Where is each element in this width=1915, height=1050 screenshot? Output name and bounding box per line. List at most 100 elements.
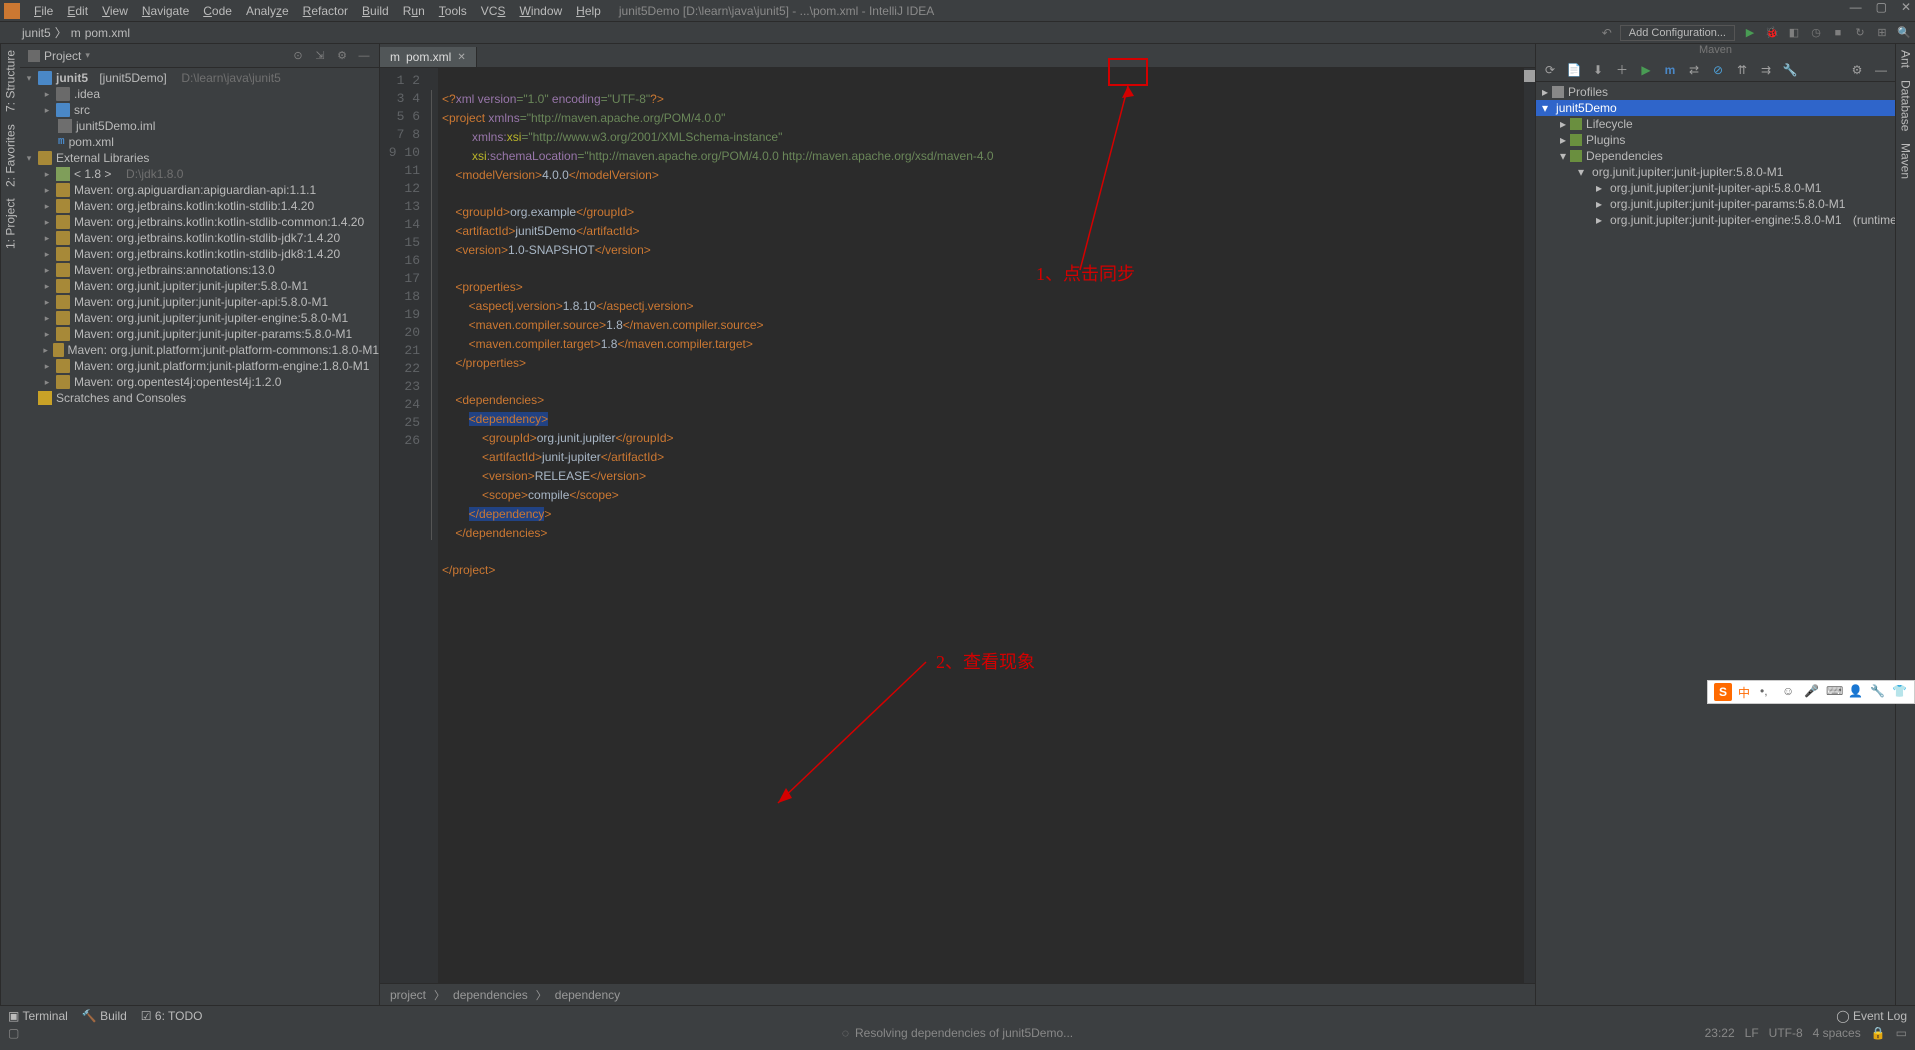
minimize-icon[interactable]: — <box>1850 0 1862 14</box>
tool-project-tab[interactable]: 1: Project <box>4 199 18 250</box>
menu-build[interactable]: Build <box>356 2 395 20</box>
tree-ext-libs[interactable]: External Libraries <box>56 151 149 165</box>
tool-terminal-tab[interactable]: ▣ Terminal <box>8 1009 68 1023</box>
select-opened-file-icon[interactable]: ⊙ <box>291 49 305 63</box>
run-icon[interactable]: ▶ <box>1743 26 1757 40</box>
maximize-icon[interactable]: ▢ <box>1876 0 1887 14</box>
maven-wrench-icon[interactable]: 🔧 <box>1782 62 1798 78</box>
menu-refactor[interactable]: Refactor <box>297 2 354 20</box>
menu-navigate[interactable]: Navigate <box>136 2 195 20</box>
maven-tree[interactable]: ▸Profiles ▾junit5Demo ▸Lifecycle ▸Plugin… <box>1536 82 1895 1005</box>
profile-icon[interactable]: ◷ <box>1809 26 1823 40</box>
ime-tool-icon[interactable]: 🔧 <box>1870 684 1886 700</box>
ime-skin-icon[interactable]: 👕 <box>1892 684 1908 700</box>
maven-hide-icon[interactable]: — <box>1873 62 1889 78</box>
project-tree[interactable]: ▾junit5 [junit5Demo] D:\learn\java\junit… <box>20 68 379 1005</box>
tool-favorites-tab[interactable]: 2: Favorites <box>4 124 18 187</box>
maven-run-icon[interactable]: ▶ <box>1638 62 1654 78</box>
project-root[interactable]: junit5 <box>56 71 88 85</box>
maven-download-icon[interactable]: ⬇ <box>1590 62 1606 78</box>
tree-iml[interactable]: junit5Demo.iml <box>76 119 155 133</box>
crumb-dep[interactable]: dependency <box>555 988 620 1002</box>
maven-project-row[interactable]: ▾junit5Demo <box>1536 100 1895 116</box>
tree-lib[interactable]: Maven: org.junit.platform:junit-platform… <box>74 359 369 373</box>
menu-window[interactable]: Window <box>513 2 568 20</box>
error-stripe[interactable] <box>1523 68 1535 983</box>
tree-lib[interactable]: Maven: org.jetbrains:annotations:13.0 <box>74 263 275 277</box>
tree-jdk[interactable]: < 1.8 > <box>74 167 111 181</box>
maven-dep[interactable]: org.junit.jupiter:junit-jupiter-engine:5… <box>1610 213 1841 227</box>
maven-deps[interactable]: Dependencies <box>1586 149 1663 163</box>
tree-lib[interactable]: Maven: org.junit.jupiter:junit-jupiter:5… <box>74 279 308 293</box>
ime-lang-icon[interactable]: 中 <box>1738 684 1754 700</box>
maven-gear-icon[interactable]: ⚙ <box>1849 62 1865 78</box>
tree-lib[interactable]: Maven: org.jetbrains.kotlin:kotlin-stdli… <box>74 199 314 213</box>
status-pos[interactable]: 23:22 <box>1705 1026 1735 1040</box>
tool-ant-tab[interactable]: Ant <box>1899 50 1913 68</box>
tool-todo-tab[interactable]: ☑ 6: TODO <box>141 1009 203 1023</box>
tree-pom[interactable]: pom.xml <box>69 135 114 149</box>
update-icon[interactable]: ↻ <box>1853 26 1867 40</box>
tab-close-icon[interactable]: ✕ <box>457 52 465 63</box>
ime-voice-icon[interactable]: 🎤 <box>1804 684 1820 700</box>
status-lock-icon[interactable]: 🔒 <box>1871 1026 1886 1040</box>
tree-lib[interactable]: Maven: org.junit.jupiter:junit-jupiter-a… <box>74 295 328 309</box>
ime-user-icon[interactable]: 👤 <box>1848 684 1864 700</box>
eye-icon[interactable] <box>1524 70 1535 82</box>
maven-profiles[interactable]: Profiles <box>1568 85 1608 99</box>
hide-panel-icon[interactable]: — <box>357 49 371 63</box>
project-structure-icon[interactable]: ⊞ <box>1875 26 1889 40</box>
maven-skip-tests-icon[interactable]: ⊘ <box>1710 62 1726 78</box>
status-quickaccess-icon[interactable]: ▢ <box>8 1026 19 1040</box>
maven-show-deps-icon[interactable]: ⇉ <box>1758 62 1774 78</box>
menu-view[interactable]: View <box>96 2 134 20</box>
menu-run[interactable]: Run <box>397 2 431 20</box>
expand-all-icon[interactable]: ⇲ <box>313 49 327 63</box>
status-enc[interactable]: UTF-8 <box>1769 1026 1803 1040</box>
menu-code[interactable]: Code <box>197 2 238 20</box>
ime-emoji-icon[interactable]: ☺ <box>1782 684 1798 700</box>
stop-icon[interactable]: ■ <box>1831 26 1845 40</box>
maven-dep[interactable]: org.junit.jupiter:junit-jupiter-params:5… <box>1610 197 1845 211</box>
tool-structure-tab[interactable]: 7: Structure <box>4 50 18 112</box>
breadcrumb[interactable]: junit5 〉 m pom.xml <box>6 24 130 41</box>
menu-edit[interactable]: Edit <box>61 2 94 20</box>
maven-toggle-icon[interactable]: ⇄ <box>1686 62 1702 78</box>
maven-lifecycle[interactable]: Lifecycle <box>1586 117 1633 131</box>
tree-lib[interactable]: Maven: org.apiguardian:apiguardian-api:1… <box>74 183 316 197</box>
tree-scratches[interactable]: Scratches and Consoles <box>56 391 186 405</box>
ime-punct-icon[interactable]: •, <box>1760 684 1776 700</box>
ime-toolbar[interactable]: S 中 •, ☺ 🎤 ⌨ 👤 🔧 👕 <box>1707 680 1915 704</box>
maven-plugins[interactable]: Plugins <box>1586 133 1625 147</box>
ime-logo-icon[interactable]: S <box>1714 683 1732 701</box>
tool-build-tab[interactable]: 🔨 Build <box>82 1009 127 1023</box>
menu-tools[interactable]: Tools <box>433 2 473 20</box>
tool-eventlog-tab[interactable]: ◯ Event Log <box>1836 1009 1907 1023</box>
tool-maven-tab[interactable]: Maven <box>1899 143 1913 179</box>
editor-tab-pom[interactable]: m pom.xml ✕ <box>380 47 477 67</box>
maven-m-icon[interactable]: m <box>1662 62 1678 78</box>
project-dropdown-icon[interactable]: ▾ <box>85 50 90 61</box>
maven-dep[interactable]: org.junit.jupiter:junit-jupiter:5.8.0-M1 <box>1592 165 1783 179</box>
tree-src[interactable]: src <box>74 103 90 117</box>
status-heap-icon[interactable]: ▭ <box>1896 1026 1907 1040</box>
menu-analyze[interactable]: Analyze <box>240 2 295 20</box>
tree-lib[interactable]: Maven: org.junit.jupiter:junit-jupiter-e… <box>74 311 348 325</box>
maven-collapse-icon[interactable]: ⇈ <box>1734 62 1750 78</box>
code-editor[interactable]: <?xml version="1.0" encoding="UTF-8"?> <… <box>438 68 1523 983</box>
gear-icon[interactable]: ⚙ <box>335 49 349 63</box>
crumb-deps[interactable]: dependencies <box>453 988 528 1002</box>
maven-generate-icon[interactable]: 📄 <box>1566 62 1582 78</box>
tree-lib[interactable]: Maven: org.jetbrains.kotlin:kotlin-stdli… <box>74 215 364 229</box>
editor-breadcrumbs[interactable]: project 〉 dependencies 〉 dependency <box>380 983 1535 1005</box>
crumb-project[interactable]: project <box>390 988 426 1002</box>
tree-lib[interactable]: Maven: org.junit.jupiter:junit-jupiter-p… <box>74 327 352 341</box>
maven-reload-icon[interactable]: ⟳ <box>1542 62 1558 78</box>
status-lf[interactable]: LF <box>1745 1026 1759 1040</box>
status-indent[interactable]: 4 spaces <box>1813 1026 1861 1040</box>
crumb-file[interactable]: pom.xml <box>85 26 130 40</box>
tree-lib[interactable]: Maven: org.jetbrains.kotlin:kotlin-stdli… <box>74 231 340 245</box>
tool-database-tab[interactable]: Database <box>1899 80 1913 131</box>
tree-idea[interactable]: .idea <box>74 87 100 101</box>
tree-lib[interactable]: Maven: org.opentest4j:opentest4j:1.2.0 <box>74 375 281 389</box>
